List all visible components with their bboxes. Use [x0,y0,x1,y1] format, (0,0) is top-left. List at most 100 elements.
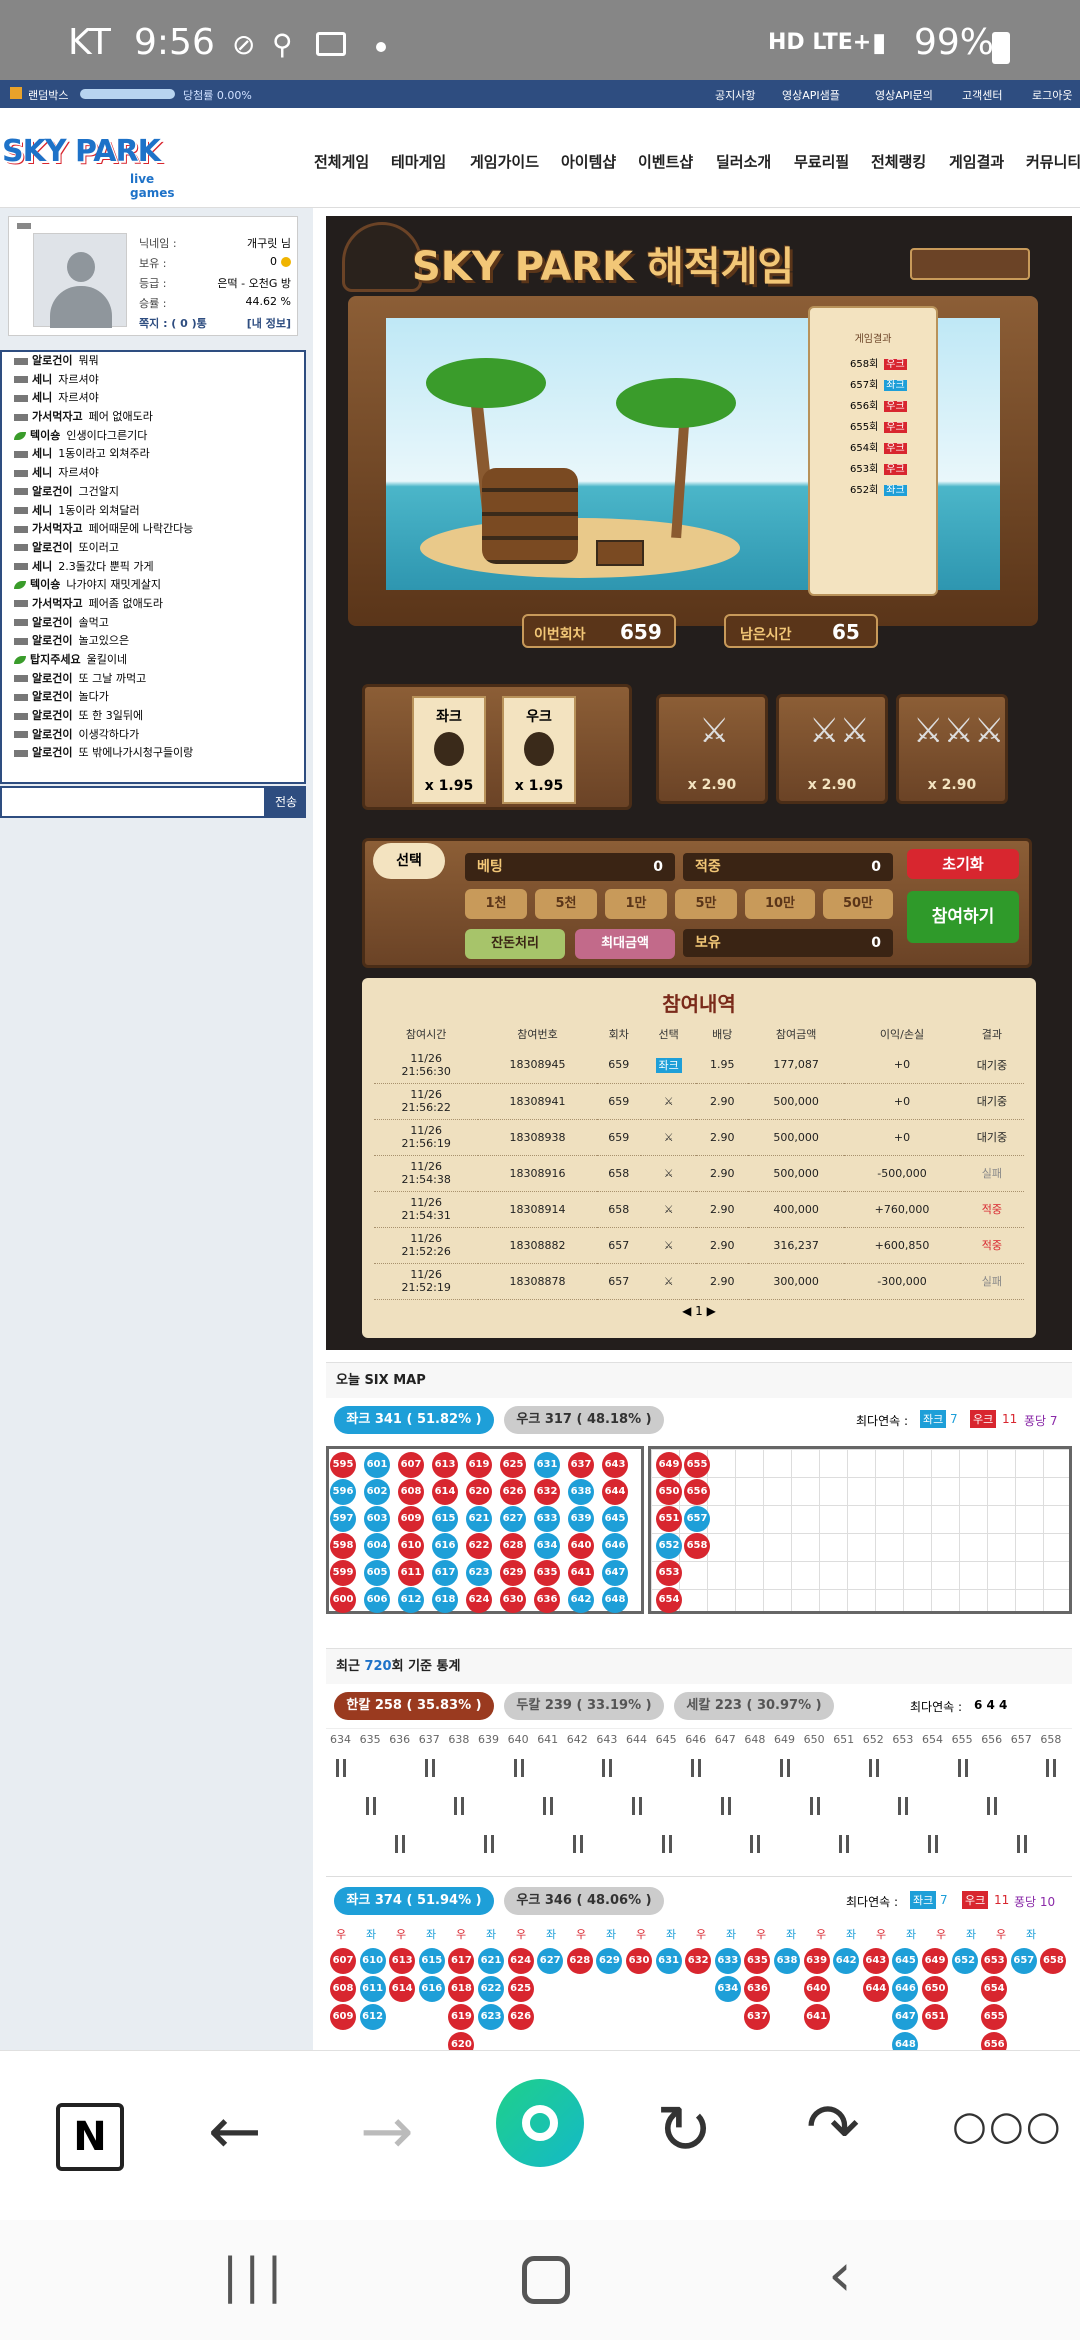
sword-icon [1016,1835,1027,1853]
nav-event-shop[interactable]: 이벤트샵 [638,151,693,172]
map2-head: 우 [636,1928,647,1941]
more-menu-icon[interactable]: ○○○ [952,2103,1063,2149]
my-info-link[interactable]: [내 정보] [247,315,291,331]
chat-user[interactable]: 알로건이 [32,616,72,629]
recent-apps-icon[interactable]: ||| [222,2248,289,2304]
chat-user[interactable]: 가서먹자고 [32,522,83,535]
chat-user[interactable]: 가서먹자고 [32,410,83,423]
three-sword-pill: 세칼 223 ( 30.97% ) [674,1692,834,1720]
join-button[interactable]: 참여하기 [907,891,1019,943]
history-sel: 좌크 [640,1047,697,1084]
refresh-icon[interactable]: ↻ [656,2091,713,2170]
nav-item-shop[interactable]: 아이템샵 [561,151,616,172]
stats-round: 658 [1040,1733,1062,1746]
nav-game-results[interactable]: 게임결과 [949,151,1004,172]
green-dot-button[interactable] [496,2079,584,2167]
chat-user[interactable]: 텍이숑 [30,578,60,591]
max-amount-button[interactable]: 최대금액 [575,929,675,959]
video-api-inquiry-link[interactable]: 영상API문의 [875,87,933,103]
back-arrow-icon[interactable]: ← [208,2095,262,2169]
nav-free-refill[interactable]: 무료리필 [794,151,849,172]
nav-dealers[interactable]: 딜러소개 [716,151,771,172]
chat-user[interactable]: 세니 [32,447,52,460]
chip-1k-button[interactable]: 1천 [465,889,527,919]
reset-button[interactable]: 초기화 [907,849,1019,879]
chat-send-button[interactable]: 전송 [266,786,306,818]
pagination[interactable]: ◀ 1 ▶ [362,1304,1036,1318]
history-sel: ⚔ [640,1155,697,1192]
result-ball: 629 [500,1560,526,1586]
chat-user[interactable]: 알로건이 [32,746,72,759]
notice-link[interactable]: 공지사항 [715,87,755,103]
chat-user[interactable]: 텍이숑 [30,429,60,442]
sword-icon [868,1759,879,1777]
chip-50k-button[interactable]: 5만 [675,889,737,919]
chat-panel[interactable]: 알로건이 뭐뭐 세니 자르셔야 세니 자르셔야 가서먹자고 페어 없애도라 텍이숑 인생이다그른기… [0,350,306,784]
map2-head: 좌 [366,1928,377,1941]
naver-home-button[interactable]: N [56,2103,124,2171]
nav-ranking[interactable]: 전체랭킹 [871,151,926,172]
carrier: KT [68,22,111,63]
chat-user[interactable]: 알로건이 [32,690,72,703]
video-api-sample-link[interactable]: 영상API샘플 [782,87,840,103]
bet-option-one-sword[interactable]: ⚔ x 2.90 [656,694,768,804]
chip-5k-button[interactable]: 5천 [535,889,597,919]
result-ball: 605 [364,1560,390,1586]
history-round: 657 [596,1263,641,1300]
chat-user[interactable]: 세니 [32,504,52,517]
stats-round: 651 [833,1733,855,1746]
bet-option-right-crank[interactable]: 우크 x 1.95 [502,696,576,804]
chat-user[interactable]: 알로건이 [32,541,72,554]
share-icon[interactable]: ↷ [806,2091,860,2165]
result-ball: 614 [389,1976,416,2002]
stats-round: 652 [862,1733,884,1746]
map2-head: 좌 [966,1928,977,1941]
system-back-icon[interactable]: ‹ [828,2240,852,2310]
history-odds: 2.90 [696,1263,749,1300]
chip-10k-button[interactable]: 1만 [605,889,667,919]
chip-100k-button[interactable]: 10만 [745,889,815,919]
chat-user[interactable]: 알로건이 [32,634,72,647]
left-crank-pill: 좌크 341 ( 51.82% ) [334,1406,494,1434]
chat-user[interactable]: 세니 [32,373,52,386]
result-ball: 639 [803,1948,830,1974]
nav-game-guide[interactable]: 게임가이드 [470,151,539,172]
logout-link[interactable]: 로그아웃 [1032,87,1072,103]
chat-text: 페어때문에 나락간다능 [88,522,194,536]
logo[interactable]: SKY PARK live games [2,122,198,200]
chat-user[interactable]: 알로건이 [32,672,72,685]
lucky-box-label[interactable]: 랜덤박스 [28,87,68,103]
support-link[interactable]: 고객센터 [962,87,1002,103]
round-box: 이번회차 659 [522,614,676,648]
chat-user[interactable]: 세니 [32,466,52,479]
nav-theme-games[interactable]: 테마게임 [391,151,446,172]
chat-user[interactable]: 알로건이 [32,728,72,741]
change-button[interactable]: 잔돈처리 [465,929,565,959]
result-ball: 643 [602,1452,628,1478]
history-pl: -500,000 [844,1155,960,1192]
chat-user[interactable]: 세니 [32,391,52,404]
bet-option-three-swords[interactable]: ⚔⚔⚔ x 2.90 [896,694,1008,804]
bet-option-left-crank[interactable]: 좌크 x 1.95 [412,696,486,804]
chat-user[interactable]: 세니 [32,560,52,573]
chat-user[interactable]: 알로건이 [32,485,72,498]
chat-user[interactable]: 가서먹자고 [32,597,83,610]
chat-user[interactable]: 탑지주세요 [30,653,81,666]
chip-500k-button[interactable]: 50만 [823,889,893,919]
nav-all-games[interactable]: 전체게임 [314,151,369,172]
chat-user[interactable]: 알로건이 [32,354,72,367]
message-count[interactable]: 쪽지 : ( 0 )통 [139,315,207,331]
chat-user[interactable]: 알로건이 [32,709,72,722]
dot-icon [376,42,386,52]
home-icon[interactable] [522,2256,570,2304]
bet-option-two-swords[interactable]: ⚔⚔ x 2.90 [776,694,888,804]
forward-arrow-icon[interactable]: → [360,2095,414,2169]
sound-controls[interactable] [910,248,1030,280]
result-ball: 606 [364,1587,390,1613]
history-res: 실패 [959,1263,1024,1300]
chat-text: 자르셔야 [58,391,99,405]
nav-community[interactable]: 커뮤니티 [1026,151,1080,172]
result-ball: 604 [364,1533,390,1559]
chat-input[interactable] [0,786,266,818]
chat-text: 또 그날 까먹고 [78,671,147,685]
